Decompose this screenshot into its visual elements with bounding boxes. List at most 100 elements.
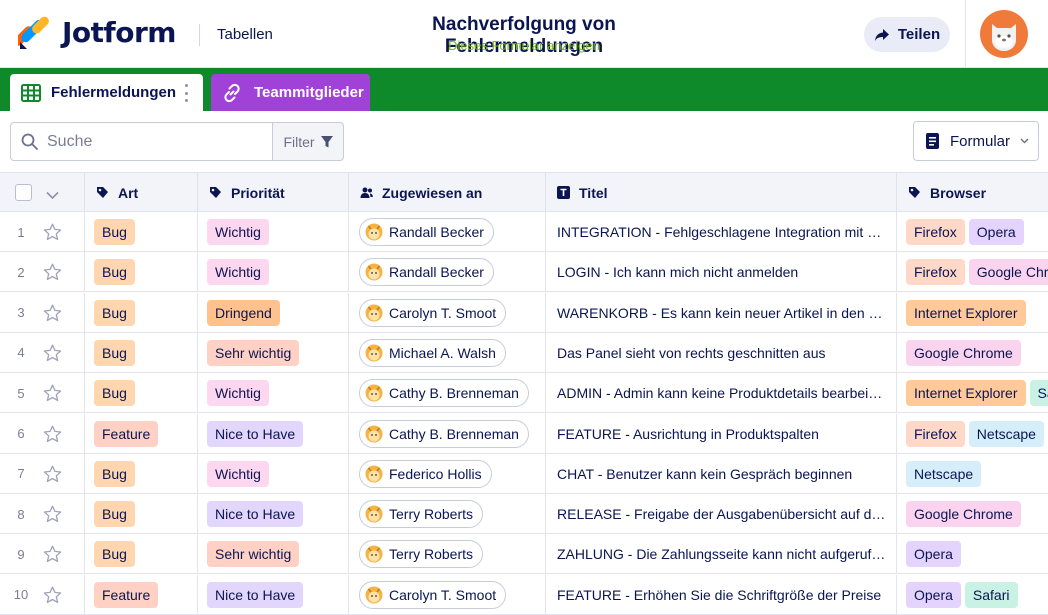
column-header-zugewiesen[interactable]: Zugewiesen an: [349, 173, 546, 212]
cell-prioritaet[interactable]: Wichtig: [198, 252, 349, 293]
table-row[interactable]: 8 Bug Nice to Have Terry Roberts RELEASE…: [0, 494, 1048, 535]
cell-browser[interactable]: Firefox Netscape: [897, 414, 1048, 454]
form-button[interactable]: Formular: [913, 121, 1039, 161]
assignee-chip[interactable]: Michael A. Walsh: [359, 338, 506, 367]
table-row[interactable]: 4 Bug Sehr wichtig Michael A. Walsh Das …: [0, 332, 1048, 373]
star-icon[interactable]: [43, 505, 62, 523]
column-header-titel[interactable]: Titel: [546, 173, 897, 212]
table-row[interactable]: 1 Bug Wichtig Randall Becker INTEGRATION…: [0, 212, 1048, 252]
star-icon[interactable]: [43, 344, 62, 362]
star-icon[interactable]: [43, 223, 62, 241]
cell-prioritaet[interactable]: Wichtig: [198, 373, 349, 414]
table-row[interactable]: 7 Bug Wichtig Federico Hollis CHAT - Ben…: [0, 453, 1048, 494]
cell-prioritaet[interactable]: Wichtig: [198, 453, 349, 494]
table-row[interactable]: 9 Bug Sehr wichtig Terry Roberts ZAHLUNG…: [0, 534, 1048, 575]
cell-zugewiesen[interactable]: Randall Becker: [349, 212, 546, 252]
cell-prioritaet[interactable]: Nice to Have: [198, 413, 349, 454]
cell-art[interactable]: Feature: [85, 413, 198, 454]
cell-titel[interactable]: FEATURE - Erhöhen Sie die Schriftgröße d…: [546, 574, 897, 615]
star-icon[interactable]: [43, 465, 62, 483]
filter-button[interactable]: Filter: [272, 122, 344, 161]
star-icon[interactable]: [43, 586, 62, 604]
cell-browser[interactable]: Internet ExplorerSafari: [897, 373, 1048, 413]
cell-prioritaet[interactable]: Dringend: [198, 292, 349, 333]
star-icon[interactable]: [43, 425, 62, 443]
cell-zugewiesen[interactable]: Terry Roberts: [349, 534, 546, 575]
assignee-chip[interactable]: Randall Becker: [359, 218, 494, 246]
view-form-link[interactable]: Dieses Formular anzeigen: [352, 38, 696, 53]
cell-browser[interactable]: FirefoxGoogle Chrome: [897, 252, 1048, 292]
search-input[interactable]: [47, 132, 257, 151]
share-button[interactable]: Teilen: [864, 17, 950, 52]
cell-titel[interactable]: CHAT - Benutzer kann kein Gespräch begin…: [546, 453, 897, 494]
user-avatar[interactable]: [980, 10, 1028, 58]
star-icon[interactable]: [43, 263, 62, 281]
star-icon[interactable]: [43, 304, 62, 322]
row-select-cell: 7: [0, 453, 85, 494]
cell-zugewiesen[interactable]: Cathy B. Brenneman: [349, 413, 546, 454]
cell-browser[interactable]: Internet Explorer: [897, 293, 1048, 333]
cell-titel[interactable]: ZAHLUNG - Die Zahlungsseite kann nicht a…: [546, 534, 897, 575]
cell-art[interactable]: Bug: [85, 494, 198, 535]
cell-browser[interactable]: Opera Safari: [897, 575, 1048, 615]
cell-prioritaet[interactable]: Sehr wichtig: [198, 534, 349, 575]
cell-art[interactable]: Feature: [85, 574, 198, 615]
cell-titel[interactable]: FEATURE - Ausrichtung in Produktspalten: [546, 413, 897, 454]
cell-zugewiesen[interactable]: Cathy B. Brenneman: [349, 373, 546, 414]
cell-zugewiesen[interactable]: Carolyn T. Smoot: [349, 574, 546, 615]
assignee-chip[interactable]: Federico Hollis: [359, 459, 492, 488]
cell-titel[interactable]: LOGIN - Ich kann mich nicht anmelden: [546, 252, 897, 293]
table-row[interactable]: 6 Feature Nice to Have Cathy B. Brennema…: [0, 413, 1048, 454]
cell-prioritaet[interactable]: Nice to Have: [198, 574, 349, 615]
cell-art[interactable]: Bug: [85, 332, 198, 373]
cell-art[interactable]: Bug: [85, 292, 198, 333]
star-icon[interactable]: [43, 384, 62, 402]
column-header-art[interactable]: Art: [85, 173, 198, 212]
cell-titel[interactable]: ADMIN - Admin kann keine Produktdetails …: [546, 373, 897, 414]
cell-art[interactable]: Bug: [85, 453, 198, 494]
cell-zugewiesen[interactable]: Randall Becker: [349, 252, 546, 293]
assignee-name: Terry Roberts: [389, 546, 474, 563]
cell-titel[interactable]: WARENKORB - Es kann kein neuer Artikel i…: [546, 292, 897, 333]
cell-art[interactable]: Bug: [85, 373, 198, 414]
jotform-logo[interactable]: Jotform: [18, 14, 176, 50]
table-row[interactable]: 2 Bug Wichtig Randall Becker LOGIN - Ich…: [0, 252, 1048, 293]
assignee-chip[interactable]: Randall Becker: [359, 258, 494, 287]
cell-art[interactable]: Bug: [85, 252, 198, 293]
assignee-chip[interactable]: Cathy B. Brenneman: [359, 419, 529, 448]
cell-prioritaet[interactable]: Wichtig: [198, 212, 349, 252]
table-row[interactable]: 3 Bug Dringend Carolyn T. Smoot WARENKOR…: [0, 292, 1048, 333]
column-header-browser[interactable]: Browser: [897, 173, 1048, 212]
tables-link[interactable]: Tabellen: [217, 26, 273, 43]
select-all-checkbox[interactable]: [15, 184, 32, 201]
cell-zugewiesen[interactable]: Carolyn T. Smoot: [349, 292, 546, 333]
cell-browser[interactable]: Google Chrome: [897, 494, 1048, 534]
chevron-down-icon[interactable]: [46, 189, 59, 202]
cell-browser[interactable]: Opera: [897, 534, 1048, 574]
cell-zugewiesen[interactable]: Federico Hollis: [349, 453, 546, 494]
assignee-chip[interactable]: Cathy B. Brenneman: [359, 379, 529, 408]
cell-titel[interactable]: RELEASE - Freigabe der Ausgabenübersicht…: [546, 494, 897, 535]
cell-browser[interactable]: Netscape: [897, 454, 1048, 494]
cell-prioritaet[interactable]: Sehr wichtig: [198, 332, 349, 373]
tab-more-icon[interactable]: [185, 84, 189, 102]
cell-art[interactable]: Bug: [85, 534, 198, 575]
cell-prioritaet[interactable]: Nice to Have: [198, 494, 349, 535]
cell-zugewiesen[interactable]: Terry Roberts: [349, 494, 546, 535]
tab-fehlermeldungen[interactable]: Fehlermeldungen: [10, 74, 203, 111]
star-icon[interactable]: [43, 545, 62, 563]
assignee-chip[interactable]: Terry Roberts: [359, 500, 484, 529]
column-header-prioritaet[interactable]: Priorität: [198, 173, 349, 212]
cell-titel[interactable]: Das Panel sieht von rechts geschnitten a…: [546, 332, 897, 373]
assignee-chip[interactable]: Carolyn T. Smoot: [359, 298, 507, 327]
cell-browser[interactable]: Google Chrome: [897, 333, 1048, 373]
cell-browser[interactable]: Firefox Opera: [897, 212, 1048, 252]
assignee-chip[interactable]: Terry Roberts: [359, 540, 484, 569]
table-row[interactable]: 10 Feature Nice to Have Carolyn T. Smoot…: [0, 574, 1048, 615]
cell-zugewiesen[interactable]: Michael A. Walsh: [349, 332, 546, 373]
cell-art[interactable]: Bug: [85, 212, 198, 252]
table-row[interactable]: 5 Bug Wichtig Cathy B. Brenneman ADMIN -…: [0, 373, 1048, 414]
tab-teammitglieder[interactable]: Teammitglieder: [211, 74, 370, 111]
assignee-chip[interactable]: Carolyn T. Smoot: [359, 580, 507, 609]
cell-titel[interactable]: INTEGRATION - Fehlgeschlagene Integratio…: [546, 212, 897, 252]
